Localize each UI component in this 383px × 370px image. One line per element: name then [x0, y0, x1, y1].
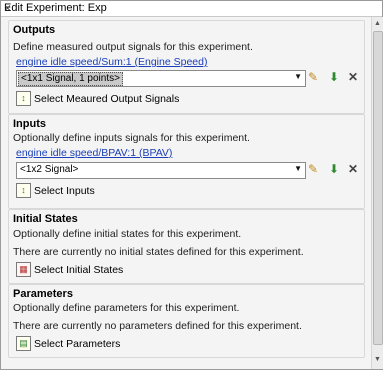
vertical-scrollbar[interactable]: ▲ ▼ — [371, 17, 383, 369]
edit-experiment-window: Edit Experiment: Exp × Outputs Define me… — [0, 0, 383, 370]
select-signals-icon: ↕ — [16, 183, 31, 198]
delete-icon[interactable]: ✕ — [346, 70, 360, 84]
inputs-dropdown-value: <1x2 Signal> — [20, 164, 79, 175]
select-inputs-label: Select Inputs — [34, 184, 95, 197]
select-output-signals-label: Select Meaured Output Signals — [34, 92, 180, 105]
scroll-up-icon[interactable]: ▲ — [373, 19, 382, 28]
outputs-dropdown-value: <1x1 Signal, 1 points> — [18, 72, 123, 86]
inputs-section: Inputs Optionally define inputs signals … — [8, 114, 365, 209]
inputs-signal-dropdown[interactable]: <1x2 Signal> ▼ — [16, 162, 306, 179]
inputs-signal-link[interactable]: engine idle speed/BPAV:1 (BPAV) — [16, 147, 172, 159]
import-icon[interactable]: ⬇ — [327, 162, 341, 176]
initial-states-section: Initial States Optionally define initial… — [8, 209, 365, 284]
experiment-panel: Outputs Define measured output signals f… — [1, 17, 370, 369]
inputs-title: Inputs — [13, 118, 46, 130]
parameters-status: There are currently no parameters define… — [13, 320, 302, 332]
outputs-signal-dropdown[interactable]: <1x1 Signal, 1 points> ▼ — [16, 70, 306, 87]
title-bar: Edit Experiment: Exp × — [1, 1, 382, 17]
chevron-down-icon[interactable]: ▼ — [294, 164, 302, 173]
select-signals-icon: ↕ — [16, 91, 31, 106]
delete-icon[interactable]: ✕ — [346, 162, 360, 176]
select-output-signals-button[interactable]: ↕ Select Meaured Output Signals — [16, 91, 179, 107]
outputs-description: Define measured output signals for this … — [13, 41, 253, 53]
inputs-description: Optionally define inputs signals for thi… — [13, 132, 250, 144]
parameters-title: Parameters — [13, 288, 73, 300]
select-initial-states-label: Select Initial States — [34, 263, 124, 276]
edit-signal-icon[interactable]: ✎ — [306, 70, 320, 84]
select-parameters-button[interactable]: ▤ Select Parameters — [16, 336, 120, 352]
parameters-section: Parameters Optionally define parameters … — [8, 284, 365, 358]
scrollbar-thumb[interactable] — [373, 31, 383, 345]
initial-states-title: Initial States — [13, 213, 78, 225]
initial-states-icon: ▦ — [16, 262, 31, 277]
select-inputs-button[interactable]: ↕ Select Inputs — [16, 183, 95, 199]
initial-states-status: There are currently no initial states de… — [13, 246, 304, 258]
outputs-signal-link[interactable]: engine idle speed/Sum:1 (Engine Speed) — [16, 56, 207, 68]
initial-states-description: Optionally define initial states for thi… — [13, 228, 242, 240]
import-icon[interactable]: ⬇ — [327, 70, 341, 84]
parameters-icon: ▤ — [16, 336, 31, 351]
outputs-section: Outputs Define measured output signals f… — [8, 20, 365, 114]
select-initial-states-button[interactable]: ▦ Select Initial States — [16, 262, 123, 278]
close-window-icon[interactable]: × — [4, 1, 377, 15]
scroll-down-icon[interactable]: ▼ — [373, 355, 382, 364]
chevron-down-icon[interactable]: ▼ — [294, 72, 302, 81]
edit-signal-icon[interactable]: ✎ — [306, 162, 320, 176]
outputs-title: Outputs — [13, 24, 56, 36]
parameters-description: Optionally define parameters for this ex… — [13, 302, 240, 314]
select-parameters-label: Select Parameters — [34, 337, 121, 350]
